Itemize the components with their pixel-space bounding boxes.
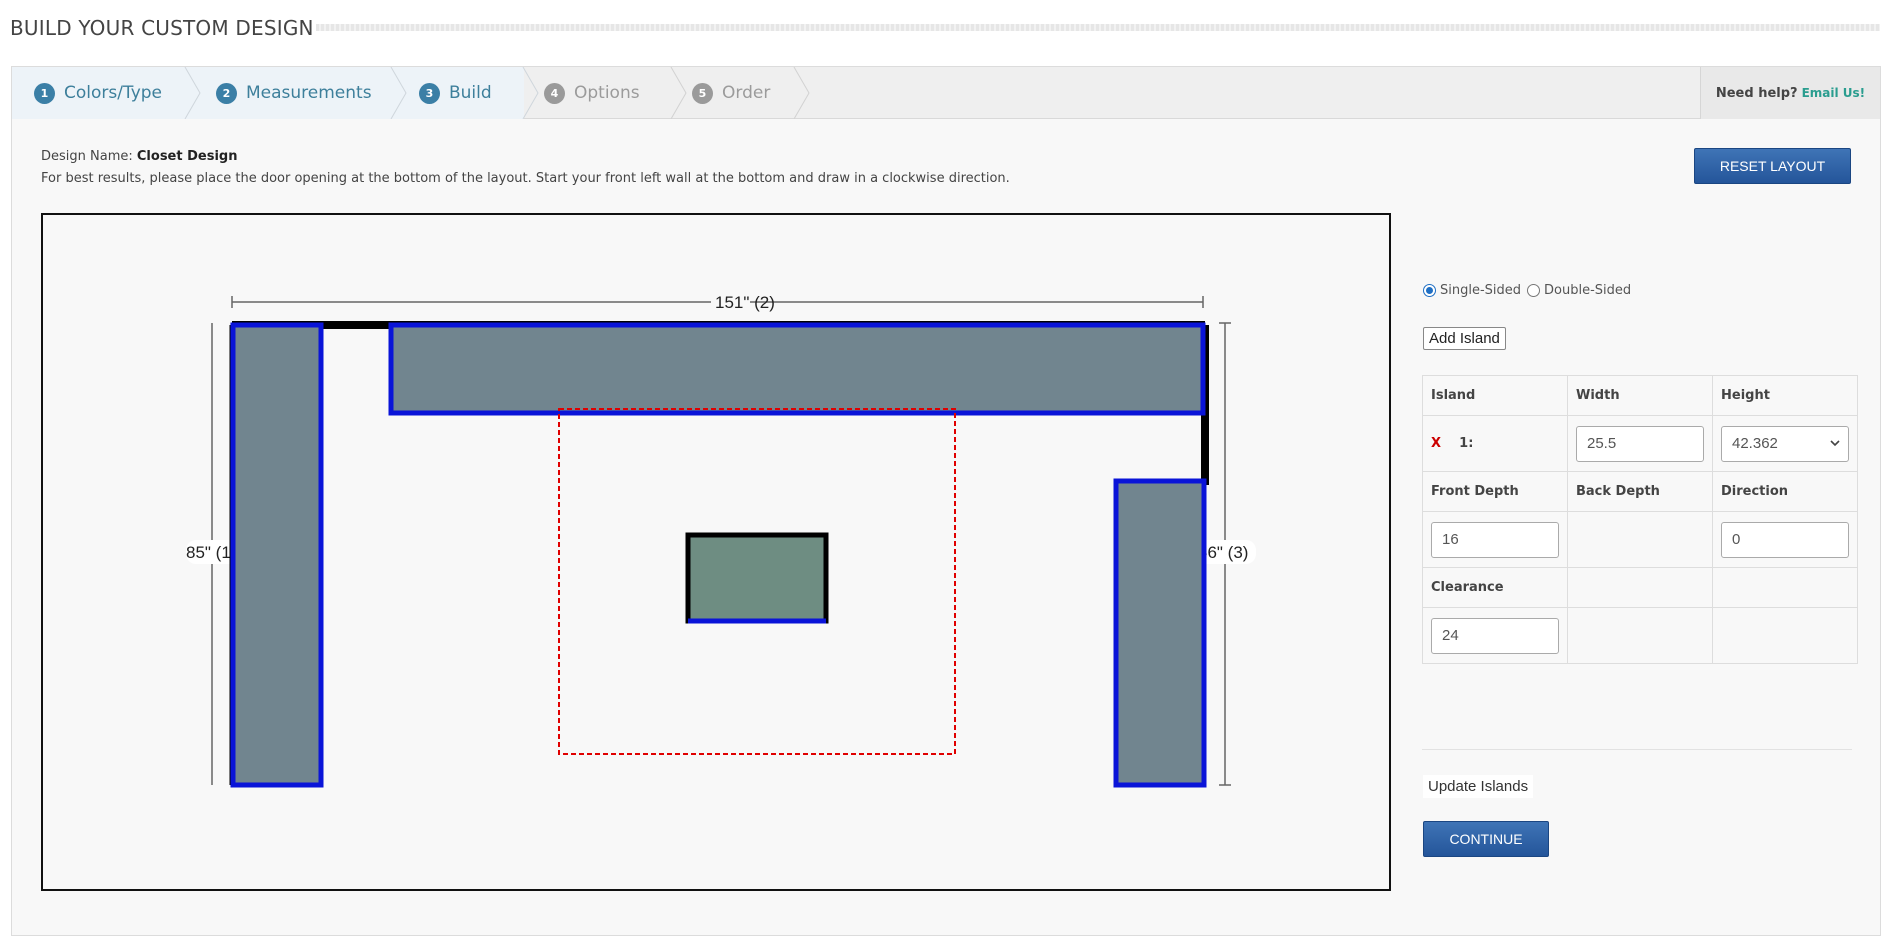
section-divider [1422, 749, 1852, 750]
step-number: 2 [216, 82, 237, 104]
single-sided-radio[interactable] [1423, 284, 1436, 297]
builder-panel: 1 Colors/Type 2 Measurements 3 Build 4 O… [11, 66, 1881, 936]
step-label: Build [449, 83, 492, 103]
design-name: Design Name: Closet Design [41, 149, 237, 164]
update-islands-button[interactable]: Update Islands [1423, 775, 1534, 798]
title-divider [316, 24, 1880, 31]
email-us-link[interactable]: Email Us! [1802, 86, 1866, 100]
front-depth-input[interactable]: 16 [1431, 521, 1559, 558]
double-sided-label: Double-Sided [1544, 283, 1632, 298]
chevron-down-icon [1830, 440, 1840, 447]
step-number: 5 [692, 82, 713, 104]
header-island: Island [1422, 375, 1568, 416]
continue-button[interactable]: CONTINUE [1423, 821, 1549, 857]
header-front-depth: Front Depth [1422, 471, 1568, 512]
step-label: Colors/Type [64, 83, 163, 103]
height-value: 42.362 [1732, 435, 1778, 452]
single-sided-label: Single-Sided [1440, 283, 1522, 298]
design-name-label: Design Name: [41, 149, 133, 164]
direction-input[interactable]: 0 [1721, 521, 1849, 558]
double-sided-radio[interactable] [1527, 284, 1541, 297]
step-label: Options [574, 83, 640, 103]
layout-canvas[interactable]: 151" (2) 85" (1) 56" (3) [41, 213, 1391, 891]
header-direction: Direction [1712, 471, 1858, 512]
step-number: 3 [419, 82, 440, 104]
step-colors-type[interactable]: 1 Colors/Type [34, 67, 162, 119]
header-width: Width [1567, 375, 1713, 416]
design-name-value: Closet Design [136, 149, 238, 164]
help-text: Need help? [1715, 85, 1798, 101]
island-row-label: X 1: [1422, 415, 1568, 472]
step-order[interactable]: 5 Order [692, 67, 770, 119]
height-select[interactable]: 42.362 [1721, 425, 1849, 462]
step-number: 4 [544, 82, 565, 104]
island-1[interactable] [685, 532, 829, 624]
step-options[interactable]: 4 Options [544, 67, 640, 119]
left-wall-cabinet[interactable] [230, 322, 324, 788]
step-measurements[interactable]: 2 Measurements [216, 67, 372, 119]
reset-layout-button[interactable]: RESET LAYOUT [1694, 148, 1851, 184]
right-wall-cabinet[interactable] [1113, 478, 1207, 788]
step-navigation: 1 Colors/Type 2 Measurements 3 Build 4 O… [12, 67, 1880, 119]
width-input[interactable]: 25.5 [1576, 425, 1704, 462]
page-title: BUILD YOUR CUSTOM DESIGN [10, 16, 314, 40]
step-number: 1 [34, 82, 55, 104]
layout-instructions: For best results, please place the door … [41, 171, 1010, 186]
top-dimension: 151" (2) [231, 293, 1204, 312]
left-wall-label: 85" (1) [186, 543, 236, 562]
header-back-depth: Back Depth [1567, 471, 1713, 512]
island-number: 1: [1459, 436, 1474, 451]
header-height: Height [1712, 375, 1858, 416]
help-box: Need help? Email Us! [1700, 67, 1880, 119]
header-clearance: Clearance [1422, 567, 1568, 608]
top-wall-cabinet[interactable] [388, 322, 1206, 416]
island-table: Island Width Height X 1: 25.5 42.362 Fro… [1422, 375, 1858, 664]
top-wall-label: 151" (2) [715, 293, 775, 312]
clearance-input[interactable]: 24 [1431, 617, 1559, 654]
step-build[interactable]: 3 Build [419, 67, 492, 119]
layout-drawing: 151" (2) 85" (1) 56" (3) [186, 293, 1256, 788]
step-label: Measurements [246, 83, 372, 103]
remove-island-icon[interactable]: X [1431, 436, 1441, 451]
add-island-button[interactable]: Add Island [1423, 327, 1506, 350]
step-label: Order [722, 83, 771, 103]
sided-options: Single-Sided Double-Sided [1423, 283, 1631, 298]
